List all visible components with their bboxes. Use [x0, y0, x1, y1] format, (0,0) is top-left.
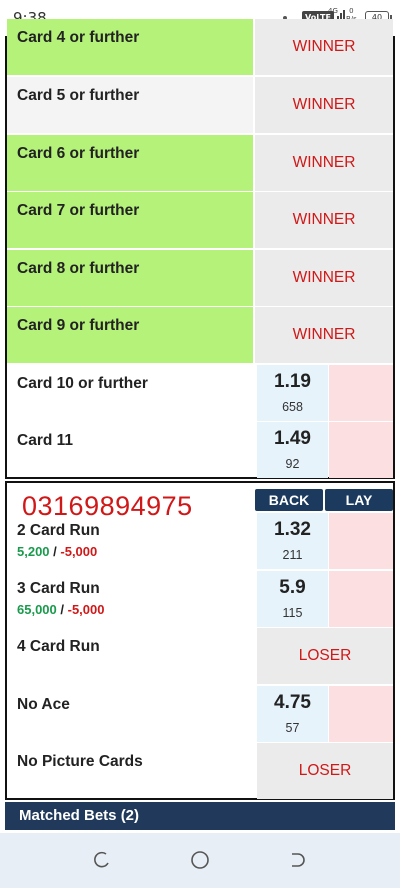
home-icon[interactable]: [190, 850, 210, 870]
lay-price-button[interactable]: [329, 513, 393, 569]
runner-row: 2 Card Run 5,200 / -5,000 1.32 211: [7, 513, 393, 569]
runner-name: Card 8 or further: [7, 250, 253, 306]
runner-name: Card 5 or further: [7, 77, 253, 133]
back-price-button[interactable]: 1.32 211: [257, 513, 328, 569]
market-panel-runs: BACK LAY 03169894975 2 Card Run 5,200 / …: [5, 481, 395, 800]
runner-name: Card 6 or further: [7, 135, 253, 191]
runner-name: Card 10 or further: [17, 375, 148, 392]
profit-loss: 65,000 / -5,000: [17, 602, 105, 617]
back-size: 211: [282, 548, 303, 562]
runner-row: Card 6 or further WINNER: [7, 135, 393, 191]
status-cell: WINNER: [253, 19, 393, 75]
back-price: 4.75: [274, 692, 311, 713]
runner-name: No Ace: [17, 696, 70, 713]
back-size: 115: [282, 606, 303, 620]
status-cell: LOSER: [257, 628, 393, 684]
back-size: 92: [285, 457, 300, 471]
status-cell: LOSER: [257, 743, 393, 799]
lay-price-button[interactable]: [329, 365, 393, 421]
runner-row: Card 9 or further WINNER: [7, 307, 393, 363]
lay-price-button[interactable]: [329, 686, 393, 742]
profit-loss: 5,200 / -5,000: [17, 544, 98, 559]
runner-row: Card 11 1.49 92: [7, 422, 393, 478]
back-icon[interactable]: [287, 850, 307, 870]
status-cell: WINNER: [253, 135, 393, 191]
runner-row: 4 Card Run LOSER: [7, 628, 393, 684]
runner-name: 3 Card Run: [17, 580, 100, 597]
back-price: 1.32: [274, 519, 311, 540]
runner-row: Card 10 or further 1.19 658: [7, 365, 393, 421]
back-price-button[interactable]: 4.75 57: [257, 686, 328, 742]
runner-name: Card 7 or further: [7, 192, 253, 248]
recents-icon[interactable]: [92, 850, 112, 870]
runner-row: Card 4 or further WINNER: [7, 19, 393, 75]
runner-name: 2 Card Run: [17, 522, 100, 539]
status-cell: WINNER: [253, 250, 393, 306]
runner-row: No Picture Cards LOSER: [7, 743, 393, 799]
back-price: 5.9: [279, 577, 306, 598]
lay-price-button[interactable]: [329, 571, 393, 627]
runner-name: Card 11: [17, 432, 74, 449]
back-price-button[interactable]: 1.19 658: [257, 365, 328, 421]
back-price: 1.19: [274, 371, 311, 392]
runner-row: 3 Card Run 65,000 / -5,000 5.9 115: [7, 571, 393, 627]
status-cell: WINNER: [253, 77, 393, 133]
matched-bets-bar[interactable]: Matched Bets (2): [5, 802, 395, 830]
runner-row: Card 7 or further WINNER: [7, 192, 393, 248]
runner-name: 4 Card Run: [17, 638, 100, 655]
back-size: 658: [282, 400, 303, 414]
lay-price-button[interactable]: [329, 422, 393, 478]
back-column-header: BACK: [255, 489, 323, 511]
navigation-bar: [0, 833, 400, 888]
back-price-button[interactable]: 1.49 92: [257, 422, 328, 478]
status-cell: WINNER: [253, 307, 393, 363]
runner-row: No Ace 4.75 57: [7, 686, 393, 742]
runner-name: No Picture Cards: [17, 753, 143, 770]
lay-column-header: LAY: [325, 489, 393, 511]
runner-name: Card 9 or further: [7, 307, 253, 363]
market-panel-cards: Card 4 or further WINNER Card 5 or furth…: [5, 19, 395, 479]
runner-name: Card 4 or further: [7, 19, 253, 75]
back-price-button[interactable]: 5.9 115: [257, 571, 328, 627]
back-price: 1.49: [274, 428, 311, 449]
back-size: 57: [285, 721, 300, 735]
runner-row: Card 5 or further WINNER: [7, 77, 393, 133]
runner-row: Card 8 or further WINNER: [7, 250, 393, 306]
status-cell: WINNER: [253, 192, 393, 248]
